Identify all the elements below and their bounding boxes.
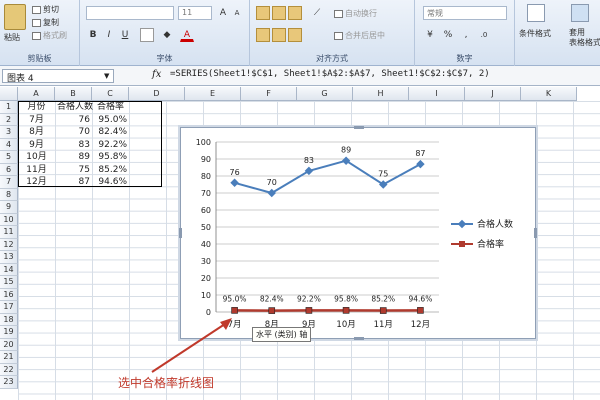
annotation-text: 选中合格率折线图 [118,376,215,390]
annotation-arrow [151,318,232,373]
